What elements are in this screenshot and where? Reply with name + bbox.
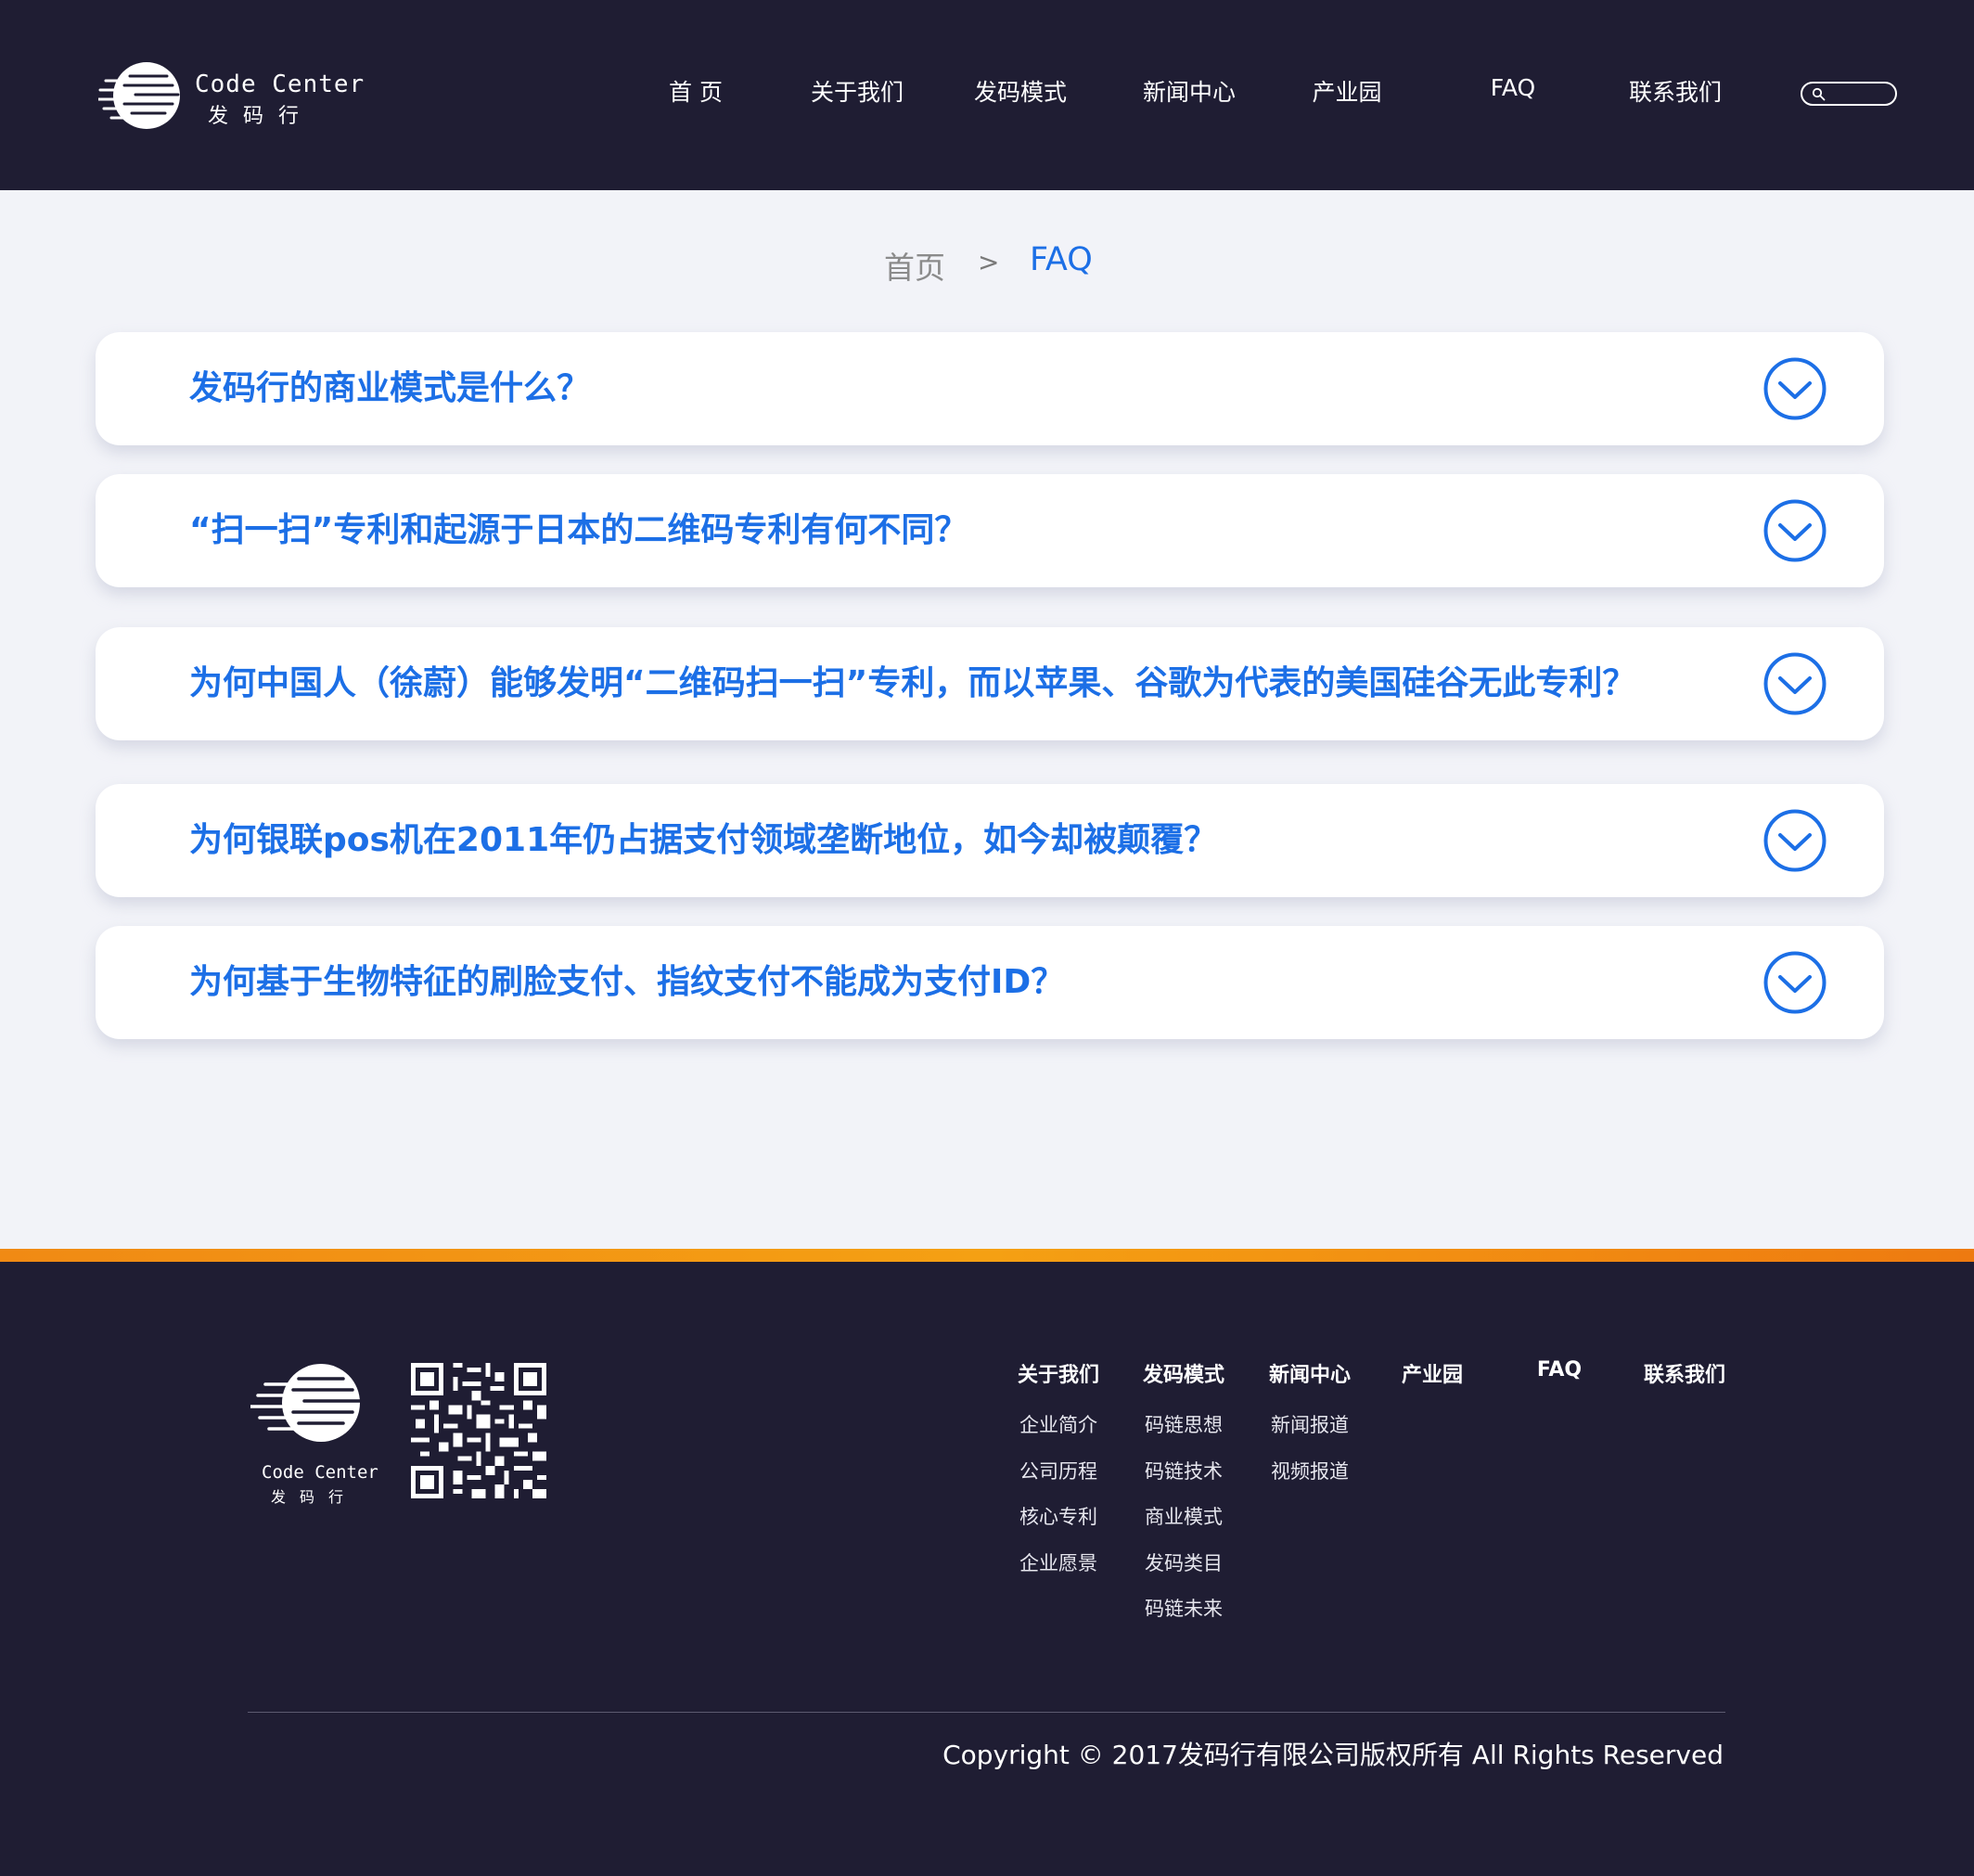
footer-col-model: 发码模式 码链思想 码链技术 商业模式 发码类目 码链未来 (1119, 1358, 1249, 1640)
footer-link[interactable]: 公司历程 (993, 1457, 1123, 1503)
faq-question: 为何中国人（徐蔚）能够发明“二维码扫一扫”专利，而以苹果、谷歌为代表的美国硅谷无… (189, 664, 1636, 702)
site-header: Code Center 发码行 首 页 关于我们 发码模式 新闻中心 产业园 F… (0, 0, 1974, 190)
search-input[interactable] (1801, 82, 1897, 106)
faq-question: 发码行的商业模式是什么？ (189, 369, 591, 407)
nav-item-park[interactable]: 产业园 (1312, 74, 1381, 108)
footer-col-news: 新闻中心 新闻报道 视频报道 (1245, 1358, 1375, 1502)
logo-mark-icon (250, 1364, 362, 1442)
qr-code-icon (411, 1363, 546, 1498)
footer-col-contact: 联系我们 (1620, 1358, 1750, 1410)
footer-link[interactable]: 核心专利 (993, 1502, 1123, 1548)
footer-link[interactable]: 发码类目 (1119, 1548, 1249, 1595)
nav-item-contact[interactable]: 联系我们 (1629, 74, 1722, 108)
footer-link[interactable]: 企业愿景 (993, 1548, 1123, 1595)
footer-col-title[interactable]: 产业园 (1367, 1358, 1497, 1410)
footer-link[interactable]: 企业简介 (993, 1410, 1123, 1457)
footer-col-title[interactable]: 发码模式 (1119, 1358, 1249, 1410)
chevron-down-circle-icon[interactable] (1763, 357, 1827, 420)
breadcrumb-current: FAQ (1030, 241, 1093, 278)
footer-logo[interactable]: Code Center 发码行 (249, 1360, 378, 1509)
chevron-down-circle-icon[interactable] (1763, 652, 1827, 715)
search-icon (1812, 87, 1826, 101)
nav-item-model[interactable]: 发码模式 (974, 74, 1067, 108)
footer-col-about: 关于我们 企业简介 公司历程 核心专利 企业愿景 (993, 1358, 1123, 1594)
nav-item-faq[interactable]: FAQ (1491, 74, 1535, 101)
breadcrumb-home[interactable]: 首页 (884, 243, 945, 288)
footer-link[interactable]: 码链思想 (1119, 1410, 1249, 1457)
faq-question: “扫一扫”专利和起源于日本的二维码专利有何不同？ (189, 511, 968, 549)
main-nav: 首 页 关于我们 发码模式 新闻中心 产业园 FAQ 联系我们 (0, 74, 1974, 111)
faq-item[interactable]: 发码行的商业模式是什么？ (96, 332, 1884, 445)
copyright-text: Copyright © 2017发码行有限公司版权所有 All Rights R… (942, 1740, 1724, 1770)
faq-item[interactable]: “扫一扫”专利和起源于日本的二维码专利有何不同？ (96, 474, 1884, 587)
footer-accent-bar (0, 1249, 1974, 1262)
footer-col-title[interactable]: 新闻中心 (1245, 1358, 1375, 1410)
faq-item[interactable]: 为何中国人（徐蔚）能够发明“二维码扫一扫”专利，而以苹果、谷歌为代表的美国硅谷无… (96, 627, 1884, 740)
footer-col-title[interactable]: 关于我们 (993, 1358, 1123, 1410)
site-footer: Code Center 发码行 关于我们 企业简介 公司历程 核心专利 企业愿景… (0, 1262, 1974, 1876)
footer-link[interactable]: 新闻报道 (1245, 1410, 1375, 1457)
footer-link[interactable]: 视频报道 (1245, 1457, 1375, 1503)
footer-link[interactable]: 商业模式 (1119, 1502, 1249, 1548)
footer-col-title[interactable]: FAQ (1494, 1358, 1624, 1410)
footer-link[interactable]: 码链技术 (1119, 1457, 1249, 1503)
faq-question: 为何基于生物特征的刷脸支付、指纹支付不能成为支付ID？ (189, 963, 1065, 1001)
faq-item[interactable]: 为何基于生物特征的刷脸支付、指纹支付不能成为支付ID？ (96, 926, 1884, 1039)
faq-question: 为何银联pos机在2011年仍占据支付领域垄断地位，如今却被颠覆？ (189, 821, 1218, 859)
faq-item[interactable]: 为何银联pos机在2011年仍占据支付领域垄断地位，如今却被颠覆？ (96, 784, 1884, 897)
nav-item-about[interactable]: 关于我们 (811, 74, 904, 108)
footer-col-title[interactable]: 联系我们 (1620, 1358, 1750, 1410)
breadcrumb: 首页 > FAQ (0, 239, 1974, 286)
breadcrumb-separator: > (978, 247, 1000, 277)
chevron-down-circle-icon[interactable] (1763, 951, 1827, 1014)
chevron-down-circle-icon[interactable] (1763, 809, 1827, 872)
footer-col-park: 产业园 (1367, 1358, 1497, 1410)
footer-col-faq: FAQ (1494, 1358, 1624, 1410)
footer-divider (248, 1712, 1725, 1713)
footer-logo-text-cn: 发码行 (271, 1488, 358, 1506)
nav-item-home[interactable]: 首 页 (669, 74, 723, 108)
footer-logo-text-en: Code Center (262, 1462, 378, 1483)
nav-item-news[interactable]: 新闻中心 (1143, 74, 1236, 108)
chevron-down-circle-icon[interactable] (1763, 499, 1827, 562)
footer-link[interactable]: 码链未来 (1119, 1594, 1249, 1640)
